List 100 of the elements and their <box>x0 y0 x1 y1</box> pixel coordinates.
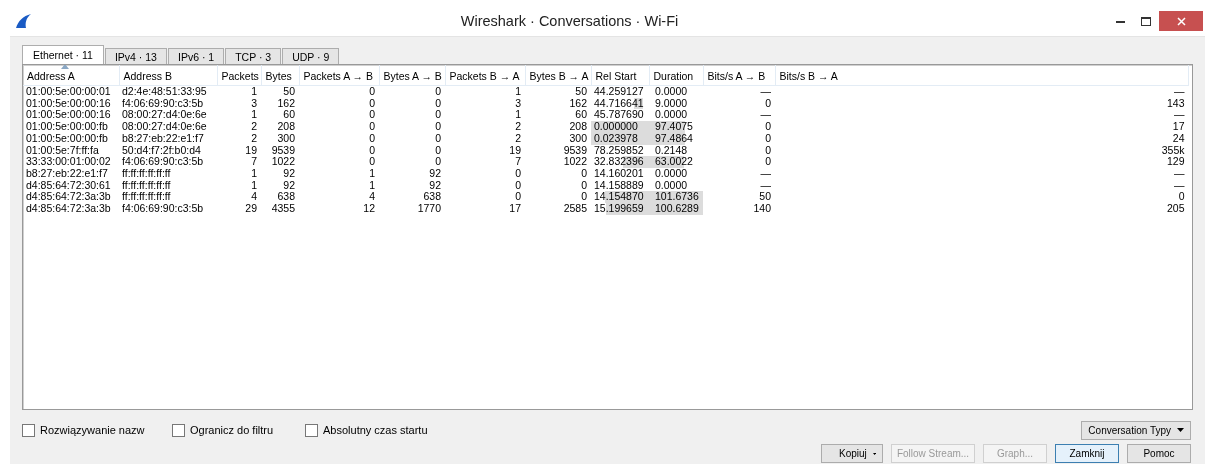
table-cell: 143 <box>1166 96 1185 109</box>
checkbox-label[interactable]: Ogranicz do filtru <box>190 424 274 436</box>
table-cell: ff:ff:ff:ff:ff:ff <box>122 190 171 203</box>
tab[interactable]: IPv4 · 13 <box>104 48 167 64</box>
checkbox[interactable] <box>172 423 185 437</box>
table-cell: 01:00:5e:00:00:fb <box>26 131 108 144</box>
column-header[interactable]: Duration <box>653 69 694 82</box>
table-cell: — <box>760 85 771 97</box>
table-cell: 01:00:5e:7f:ff:fa <box>26 143 99 156</box>
table-cell: 1 <box>251 108 257 121</box>
column-header[interactable]: Packets <box>221 69 259 82</box>
table-cell: b8:27:eb:22:e1:f7 <box>122 131 204 144</box>
table-cell: 17 <box>1172 120 1185 133</box>
column-header[interactable]: Rel Start <box>595 69 637 82</box>
table-cell: 60 <box>283 108 295 121</box>
column-header[interactable]: Address B <box>123 69 172 82</box>
window-title: Wireshark · Conversations · Wi-Fi <box>459 13 680 29</box>
dialog-button[interactable]: Pomoc <box>1127 444 1191 463</box>
table-cell-text: 0.0000 <box>654 167 689 180</box>
table-cell: 50 <box>575 85 587 97</box>
table-cell: 4 <box>369 190 375 203</box>
table-cell: 0 <box>765 143 771 156</box>
table-cell: 2 <box>515 120 521 133</box>
table-cell: f4:06:69:90:c3:5b <box>122 202 204 215</box>
column-header[interactable]: Bytes <box>265 69 292 82</box>
tab[interactable]: IPv6 · 1 <box>167 48 225 64</box>
column-header[interactable]: Bits/s A → B <box>707 69 766 82</box>
table-cell: 1022 <box>563 155 587 168</box>
column-header[interactable]: Bits/s B → A <box>779 69 838 82</box>
table-cell: 0 <box>435 143 441 156</box>
table-cell-text: 45.787690 <box>593 109 645 122</box>
minimize-icon <box>1115 19 1125 23</box>
table-cell: 140 <box>753 202 771 215</box>
table-cell: 0 <box>369 120 375 133</box>
table-cell: 08:00:27:d4:0e:6e <box>122 120 207 133</box>
column-header[interactable]: Bytes A → B <box>383 69 442 82</box>
tab[interactable]: Ethernet · 11 <box>22 45 104 64</box>
table-cell: 0 <box>581 178 587 191</box>
dialog-button[interactable]: Zamknij <box>1055 444 1119 463</box>
column-header[interactable]: Bytes B → A <box>529 69 589 82</box>
table-cell: 24 <box>1172 131 1185 144</box>
table-cell: 355k <box>1161 143 1185 156</box>
checkbox-label[interactable]: Absolutny czas startu <box>323 424 428 436</box>
table-cell: 1770 <box>417 202 441 215</box>
table-cell: 19 <box>245 143 257 156</box>
table-cell: 638 <box>277 190 295 203</box>
copy-split-button[interactable]: Kopiuj <box>821 444 883 463</box>
column-header[interactable]: Address A <box>27 69 75 82</box>
table-cell: 01:00:5e:00:00:16 <box>26 96 111 109</box>
table-cell: 1 <box>251 85 257 97</box>
table-cell: 100.6289 <box>649 203 703 215</box>
table-cell-text: 0.0000 <box>654 86 689 98</box>
table-cell: 0.000000 <box>591 121 649 133</box>
table-cell: — <box>1174 178 1185 191</box>
table-cell: 32.832396 <box>591 156 649 168</box>
table-cell: ff:ff:ff:ff:ff:ff <box>122 178 171 191</box>
checkbox[interactable] <box>22 423 35 437</box>
table-cell: 50:d4:f7:2f:b0:d4 <box>122 143 201 156</box>
table-cell: 638 <box>423 190 441 203</box>
table-cell: 0 <box>435 155 441 168</box>
table-cell: 92 <box>283 166 295 179</box>
close-icon <box>1176 16 1186 26</box>
table-cell: 50 <box>283 85 295 97</box>
tab[interactable]: UDP · 9 <box>282 48 340 64</box>
table-cell: 33:33:00:01:00:02 <box>26 155 111 168</box>
table-cell: 01:00:5e:00:00:16 <box>26 108 111 121</box>
table-cell: 92 <box>429 178 441 191</box>
table-cell: 0 <box>765 131 771 144</box>
table-cell: d4:85:64:72:3a:3b <box>26 190 111 203</box>
table-cell-text: 9.0000 <box>654 97 689 110</box>
table-cell: 0 <box>369 96 375 109</box>
table-cell: 9539 <box>271 143 295 156</box>
table-cell-text: 14.158889 <box>593 179 645 192</box>
table-cell: 0 <box>581 166 587 179</box>
tab[interactable]: TCP · 3 <box>225 48 282 64</box>
table-cell: 50 <box>759 190 771 203</box>
checkbox[interactable] <box>305 423 318 437</box>
column-header[interactable]: Packets A → B <box>303 69 373 82</box>
conversation-type-dropdown[interactable]: Conversation Typy <box>1081 420 1191 440</box>
table-cell: 0 <box>435 108 441 121</box>
table-cell: — <box>760 166 771 179</box>
table-cell: 0 <box>581 190 587 203</box>
table-cell: 0 <box>369 155 375 168</box>
table-cell: 208 <box>569 120 587 133</box>
table-cell: 0 <box>515 190 521 203</box>
table-cell: 7 <box>515 155 521 168</box>
table-cell: 300 <box>277 131 295 144</box>
table-cell: 14.154870 <box>591 191 649 204</box>
table-cell: 1 <box>251 166 257 179</box>
table-cell: 1 <box>251 178 257 191</box>
table-cell: 0 <box>369 143 375 156</box>
caret-icon <box>1177 428 1184 432</box>
table-cell: — <box>1174 166 1185 179</box>
table-cell: 1 <box>369 178 375 191</box>
table-cell: 208 <box>277 120 295 133</box>
column-header[interactable]: Packets B → A <box>449 69 520 82</box>
table-cell: 0 <box>1178 190 1185 203</box>
table-cell: 1 <box>369 166 375 179</box>
checkbox-label[interactable]: Rozwiązywanie nazw <box>40 424 145 436</box>
table-cell: 129 <box>1166 155 1185 168</box>
